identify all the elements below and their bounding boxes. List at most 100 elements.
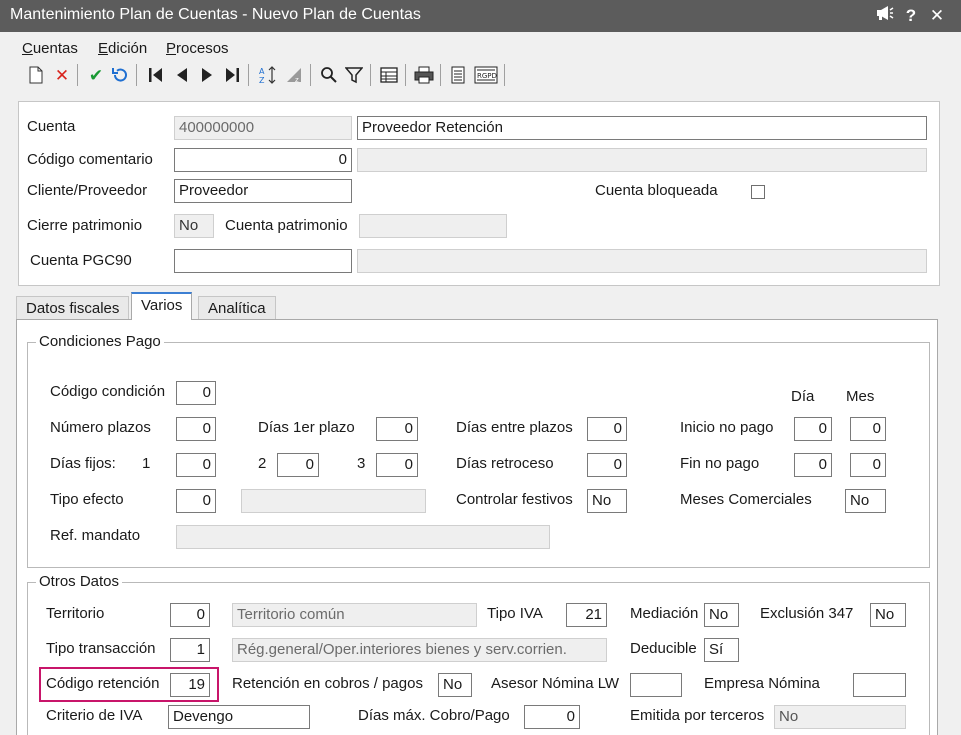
- close-icon[interactable]: ✕: [926, 5, 948, 27]
- emitida-terceros-field[interactable]: No: [774, 705, 906, 729]
- ref-mandato-field[interactable]: [176, 525, 550, 549]
- codigo-comentario-field[interactable]: 0: [174, 148, 352, 172]
- mediacion-field[interactable]: No: [704, 603, 739, 627]
- accept-check-icon[interactable]: ✔: [84, 62, 108, 88]
- rgpd-icon[interactable]: RGPD: [472, 62, 500, 88]
- svg-text:A: A: [259, 67, 265, 76]
- tipo-iva-field[interactable]: 21: [566, 603, 607, 627]
- territorio-label: Territorio: [46, 605, 105, 622]
- fin-no-pago-dia-field[interactable]: 0: [794, 453, 832, 477]
- tipo-transaccion-desc: Rég.general/Oper.interiores bienes y ser…: [232, 638, 607, 662]
- dias-fijos-2-field[interactable]: 0: [277, 453, 319, 477]
- cuenta-name-field[interactable]: Proveedor Retención: [357, 116, 927, 140]
- dias-retroceso-label: Días retroceso: [456, 455, 554, 472]
- dias-retroceso-field[interactable]: 0: [587, 453, 627, 477]
- print-icon[interactable]: [412, 62, 436, 88]
- previous-record-icon[interactable]: [170, 62, 194, 88]
- delete-icon[interactable]: ✕: [50, 62, 74, 88]
- dias-entre-plazos-field[interactable]: 0: [587, 417, 627, 441]
- controlar-festivos-field[interactable]: No: [587, 489, 627, 513]
- search-icon[interactable]: [317, 62, 341, 88]
- next-record-icon[interactable]: [195, 62, 219, 88]
- condiciones-pago-title: Condiciones Pago: [36, 333, 164, 350]
- criterio-iva-label: Criterio de IVA: [46, 707, 143, 724]
- retencion-cobros-field[interactable]: No: [438, 673, 472, 697]
- tab-datos-fiscales[interactable]: Datos fiscales: [16, 296, 130, 321]
- cuenta-pgc90-label: Cuenta PGC90: [30, 252, 132, 269]
- dias-max-cobro-label: Días máx. Cobro/Pago: [358, 707, 510, 724]
- meses-comerciales-label: Meses Comerciales: [680, 491, 812, 508]
- dias-fijos-3-field[interactable]: 0: [376, 453, 418, 477]
- tab-content-panel: Condiciones Pago Día Mes Código condició…: [16, 319, 938, 735]
- svg-text:RGPD: RGPD: [477, 72, 497, 80]
- dias-fijos-label: Días fijos:: [50, 455, 116, 472]
- tab-varios[interactable]: Varios: [131, 292, 193, 320]
- cuenta-bloqueada-checkbox[interactable]: [751, 185, 765, 199]
- codigo-retencion-label: Código retención: [46, 675, 160, 692]
- mes-header: Mes: [846, 388, 875, 405]
- account-header-panel: Cuenta 400000000 Proveedor Retención Cód…: [18, 101, 940, 286]
- document-list-icon[interactable]: [446, 62, 470, 88]
- tipo-transaccion-label: Tipo transacción: [46, 640, 156, 657]
- cuenta-field[interactable]: 400000000: [174, 116, 352, 140]
- emitida-terceros-label: Emitida por terceros: [630, 707, 765, 724]
- menu-bar: Cuentas Edición Procesos: [0, 34, 961, 60]
- announcement-icon[interactable]: [874, 5, 896, 27]
- tipo-transaccion-field[interactable]: 1: [170, 638, 210, 662]
- menu-procesos[interactable]: Procesos: [166, 40, 229, 57]
- menu-cuentas[interactable]: Cuentas: [22, 40, 78, 57]
- tipo-efecto-label: Tipo efecto: [50, 491, 124, 508]
- criterio-iva-field[interactable]: Devengo: [168, 705, 310, 729]
- deducible-field[interactable]: Sí: [704, 638, 739, 662]
- otros-datos-title: Otros Datos: [36, 573, 123, 590]
- inicio-no-pago-dia-field[interactable]: 0: [794, 417, 832, 441]
- tipo-efecto-field[interactable]: 0: [176, 489, 216, 513]
- codigo-condicion-label: Código condición: [50, 383, 166, 400]
- cuenta-patrimonio-field[interactable]: [359, 214, 507, 238]
- help-icon[interactable]: ?: [900, 5, 922, 27]
- tipo-iva-label: Tipo IVA: [487, 605, 543, 622]
- dia-header: Día: [791, 388, 815, 405]
- filter-icon[interactable]: [342, 62, 366, 88]
- numero-plazos-field[interactable]: 0: [176, 417, 216, 441]
- dias-fijos-1-field[interactable]: 0: [176, 453, 216, 477]
- toolbar: ✕ ✔ AZ z RGPD: [22, 62, 961, 90]
- undo-icon[interactable]: [108, 62, 132, 88]
- codigo-retencion-field[interactable]: 19: [170, 673, 210, 697]
- cliente-proveedor-label: Cliente/Proveedor: [27, 182, 148, 199]
- menu-edicion[interactable]: Edición: [98, 40, 147, 57]
- dias-fijos-2-label: 2: [258, 455, 267, 472]
- dias-entre-plazos-label: Días entre plazos: [456, 419, 573, 436]
- meses-comerciales-field[interactable]: No: [845, 489, 886, 513]
- dias-1er-plazo-field[interactable]: 0: [376, 417, 418, 441]
- tipo-efecto-desc: [241, 489, 426, 513]
- cuenta-label: Cuenta: [27, 118, 76, 135]
- deducible-label: Deducible: [630, 640, 697, 657]
- cuenta-pgc90-field[interactable]: [174, 249, 352, 273]
- exclusion-347-field[interactable]: No: [870, 603, 906, 627]
- territorio-field[interactable]: 0: [170, 603, 210, 627]
- fin-no-pago-mes-field[interactable]: 0: [850, 453, 886, 477]
- inicio-no-pago-mes-field[interactable]: 0: [850, 417, 886, 441]
- window-titlebar: Mantenimiento Plan de Cuentas - Nuevo Pl…: [0, 0, 961, 32]
- inicio-no-pago-label: Inicio no pago: [680, 419, 774, 436]
- tab-analitica[interactable]: Analítica: [198, 296, 276, 321]
- last-record-icon[interactable]: [220, 62, 244, 88]
- asesor-nomina-field[interactable]: [630, 673, 682, 697]
- sort-az-icon[interactable]: AZ: [256, 62, 280, 88]
- mediacion-label: Mediación: [630, 605, 699, 622]
- codigo-comentario-desc: [357, 148, 927, 172]
- new-document-icon[interactable]: [24, 62, 48, 88]
- cierre-patrimonio-field[interactable]: No: [174, 214, 214, 238]
- codigo-comentario-label: Código comentario: [27, 151, 153, 168]
- empresa-nomina-label: Empresa Nómina: [704, 675, 820, 692]
- grid-view-icon[interactable]: [377, 62, 401, 88]
- empresa-nomina-field[interactable]: [853, 673, 906, 697]
- first-record-icon[interactable]: [144, 62, 168, 88]
- codigo-condicion-field[interactable]: 0: [176, 381, 216, 405]
- dias-max-cobro-field[interactable]: 0: [524, 705, 580, 729]
- asesor-nomina-label: Asesor Nómina LW: [491, 675, 620, 692]
- cliente-proveedor-field[interactable]: Proveedor: [174, 179, 352, 203]
- dias-fijos-3-label: 3: [357, 455, 366, 472]
- sort-disabled-icon[interactable]: z: [282, 62, 306, 88]
